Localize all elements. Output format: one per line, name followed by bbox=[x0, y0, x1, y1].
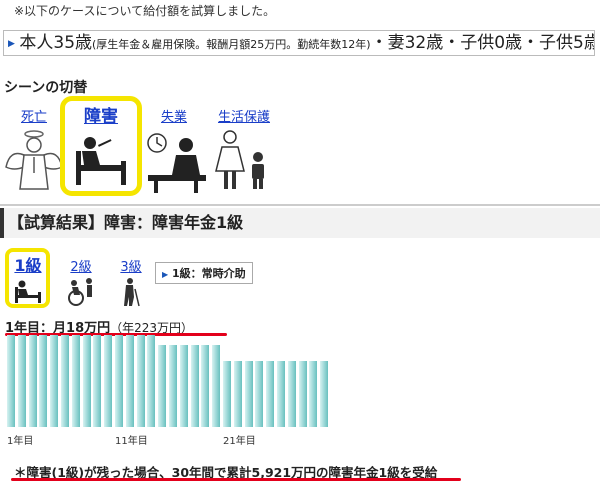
chart-bar bbox=[223, 361, 231, 427]
chart-bar bbox=[233, 361, 242, 427]
chart-bar bbox=[61, 335, 69, 427]
chart-bar bbox=[309, 361, 318, 427]
chart-bar bbox=[39, 335, 48, 427]
scene-disability-label[interactable]: 障害 bbox=[66, 102, 136, 127]
grade-note-text: 1級：常時介助 bbox=[172, 267, 246, 280]
family-icon bbox=[215, 130, 264, 189]
section-divider bbox=[0, 204, 600, 206]
profile-part1: 本人 bbox=[19, 33, 54, 53]
chart-bar bbox=[266, 361, 275, 427]
bed-icon bbox=[15, 280, 41, 303]
profile-summary: ▶ 本人35歳(厚生年金＆雇用保険。報酬月額25万円。勤続年数12年)・妻32歳… bbox=[3, 30, 595, 56]
grade-1-label[interactable]: 1級 bbox=[9, 252, 47, 276]
scene-welfare-label[interactable]: 生活保護 bbox=[212, 106, 276, 125]
grade-1[interactable]: 1級 bbox=[9, 252, 47, 304]
profile-age: 35歳 bbox=[53, 33, 93, 53]
chart-bar bbox=[93, 335, 102, 427]
chart-bar bbox=[255, 361, 264, 427]
chart-bar bbox=[287, 361, 296, 427]
grade-3[interactable]: 3級 bbox=[116, 256, 146, 307]
profile-detail: (厚生年金＆雇用保険。報酬月額25万円。勤続年数12年) bbox=[92, 38, 371, 51]
chart-bar bbox=[115, 335, 123, 427]
scene-title: シーンの切替 bbox=[4, 80, 88, 96]
chart-bar bbox=[169, 345, 177, 427]
chart-bar bbox=[17, 335, 26, 427]
cane-icon bbox=[124, 278, 140, 307]
scene-unemployment[interactable]: 失業 bbox=[144, 106, 206, 193]
chart-bar bbox=[212, 345, 221, 427]
chart-bar bbox=[190, 345, 199, 427]
chart-bar bbox=[201, 345, 210, 427]
scene-unemployment-label[interactable]: 失業 bbox=[144, 106, 204, 125]
underline-summary bbox=[11, 478, 461, 481]
axis-label-21: 21年目 bbox=[223, 436, 256, 447]
grade-2[interactable]: 2級 bbox=[66, 256, 96, 307]
chart-bar bbox=[158, 345, 167, 427]
chart-bar bbox=[136, 335, 145, 427]
chart-bar bbox=[104, 335, 113, 427]
grade-note: ▶ 1級：常時介助 bbox=[155, 262, 253, 284]
intro-note: ※以下のケースについて給付額を試算しました。 bbox=[14, 4, 276, 18]
chart-bar bbox=[7, 335, 15, 427]
scene-death[interactable]: 死亡 bbox=[4, 106, 64, 193]
chart-bar bbox=[244, 361, 253, 427]
angel-icon bbox=[5, 130, 63, 190]
chart-bar bbox=[298, 361, 307, 427]
chart-bar bbox=[82, 335, 91, 427]
grade-3-label[interactable]: 3級 bbox=[116, 256, 146, 275]
chart-bar bbox=[71, 335, 80, 427]
profile-family: ・妻32歳・子供0歳・子供5歳 bbox=[370, 33, 595, 53]
chart-bar bbox=[28, 335, 37, 427]
result-title: 【試算結果】障害：障害年金1級 bbox=[0, 208, 600, 238]
triangle-icon: ▶ bbox=[8, 39, 15, 49]
scene-welfare[interactable]: 生活保護 bbox=[212, 106, 276, 193]
chart-bar bbox=[125, 335, 134, 427]
chart-bar bbox=[277, 361, 285, 427]
scene-death-label[interactable]: 死亡 bbox=[4, 106, 64, 125]
wheelchair-icon bbox=[68, 278, 92, 306]
axis-label-11: 11年目 bbox=[115, 436, 148, 447]
person-in-bed-icon bbox=[76, 137, 126, 185]
chart-bar bbox=[179, 345, 188, 427]
grade-2-label[interactable]: 2級 bbox=[66, 256, 96, 275]
benefit-chart bbox=[7, 335, 367, 427]
chart-bar bbox=[50, 335, 59, 427]
axis-label-1: 1年目 bbox=[7, 436, 34, 447]
chart-bar bbox=[320, 361, 329, 427]
unemployed-desk-icon bbox=[147, 133, 206, 193]
chart-bar bbox=[147, 335, 156, 427]
triangle-icon: ▶ bbox=[162, 270, 169, 279]
scene-disability[interactable]: 障害 bbox=[66, 102, 136, 189]
